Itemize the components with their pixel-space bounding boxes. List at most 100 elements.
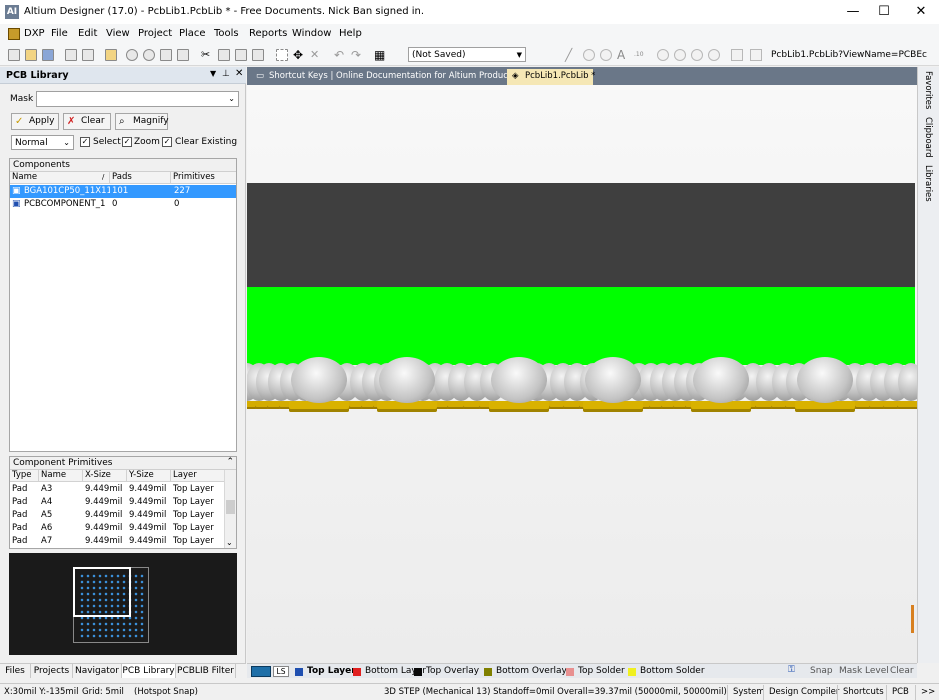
place-string-icon[interactable]: A xyxy=(617,49,629,61)
open-project-icon[interactable] xyxy=(105,49,117,61)
apply-button[interactable]: ✓ Apply xyxy=(11,113,59,130)
menu-project[interactable]: Project xyxy=(138,27,172,41)
primitive-row[interactable]: Pad A4 9.449mil 9.449mil Top Layer xyxy=(10,496,224,509)
maximize-button[interactable]: ☐ xyxy=(867,0,901,24)
tab-navigator[interactable]: Navigator xyxy=(73,664,122,678)
design-compiler-button[interactable]: Design Compiler xyxy=(763,685,844,700)
place-fill-icon[interactable] xyxy=(731,49,743,61)
menu-reports[interactable]: Reports xyxy=(249,27,287,41)
undo-icon[interactable]: ↶ xyxy=(334,49,346,61)
primitive-row[interactable]: Pad A6 9.449mil 9.449mil Top Layer xyxy=(10,522,224,535)
primitive-row[interactable]: Pad A3 9.449mil 9.449mil Top Layer xyxy=(10,483,224,496)
zoom-checkbox[interactable]: ✓ xyxy=(122,137,132,147)
scrollbar-thumb[interactable] xyxy=(226,500,235,514)
move-icon[interactable]: ✥ xyxy=(293,49,305,61)
layer-tab[interactable]: Bottom Overlay xyxy=(484,665,567,678)
col-pads[interactable]: Pads xyxy=(110,172,171,184)
arc-any-icon[interactable] xyxy=(691,49,703,61)
mode-select[interactable]: Normal ⌄ xyxy=(11,135,74,150)
select-checkbox[interactable]: ✓ xyxy=(80,137,90,147)
grid-icon[interactable]: ▦ xyxy=(374,49,386,61)
component-row[interactable]: ▣ PCBCOMPONENT_1 0 0 xyxy=(10,198,236,211)
tab-libraries[interactable]: Libraries xyxy=(923,165,933,202)
col-y-size[interactable]: Y-Size xyxy=(127,470,171,482)
menu-file[interactable]: File xyxy=(51,27,68,41)
open-folder-icon[interactable] xyxy=(25,49,37,61)
menu-dxp[interactable]: DXP xyxy=(24,27,45,41)
clear-mask-button[interactable]: Clear xyxy=(890,665,914,678)
place-coordinate-icon[interactable]: .10 xyxy=(634,49,646,61)
cut-icon[interactable]: ✂ xyxy=(201,49,213,61)
array-paste-icon[interactable] xyxy=(750,49,762,61)
mini-view-rect[interactable] xyxy=(73,567,131,617)
mask-input[interactable]: ⌄ xyxy=(36,91,239,107)
collapse-icon[interactable]: ⌃ xyxy=(226,457,234,467)
component-row[interactable]: ▣ BGA101CP50_11X11_6 101 227 xyxy=(10,185,236,198)
menu-help[interactable]: Help xyxy=(339,27,362,41)
rubber-stamp-icon[interactable] xyxy=(252,49,264,61)
col-name[interactable]: Name xyxy=(39,470,83,482)
layer-tab[interactable]: Bottom Solder xyxy=(628,665,705,678)
place-via-icon[interactable] xyxy=(600,49,612,61)
col-primitives[interactable]: Primitives xyxy=(171,172,236,184)
mini-viewer[interactable] xyxy=(9,553,237,655)
ls-button[interactable]: LS xyxy=(273,666,289,677)
zoom-area-icon[interactable] xyxy=(143,49,155,61)
menu-edit[interactable]: Edit xyxy=(78,27,97,41)
place-line-icon[interactable]: ╱ xyxy=(565,49,577,61)
place-pad-icon[interactable] xyxy=(583,49,595,61)
print-icon[interactable] xyxy=(65,49,77,61)
navigation-address[interactable]: PcbLib1.PcbLib?ViewName=PCBEc xyxy=(771,48,937,62)
layer-tab[interactable]: Top Solder xyxy=(566,665,625,678)
pin-icon[interactable]: ⊥ xyxy=(222,69,230,79)
scroll-down-icon[interactable]: ⌄ xyxy=(226,538,233,547)
copy-icon[interactable] xyxy=(218,49,230,61)
minimize-button[interactable]: — xyxy=(836,0,870,24)
tab-pcb-library[interactable]: PCB Library xyxy=(122,664,176,678)
panel-close-icon[interactable]: ✕ xyxy=(235,68,243,79)
menu-tools[interactable]: Tools xyxy=(214,27,239,41)
pcb-button[interactable]: PCB xyxy=(886,685,914,700)
tab-projects[interactable]: Projects xyxy=(31,664,73,678)
layer-settings-icon[interactable]: ⚿ xyxy=(788,665,795,675)
tab-files[interactable]: Files xyxy=(0,664,31,678)
menu-window[interactable]: Window xyxy=(292,27,331,41)
save-icon[interactable] xyxy=(42,49,54,61)
col-x-size[interactable]: X-Size xyxy=(83,470,127,482)
primitives-scrollbar[interactable]: ⌄ xyxy=(224,470,236,548)
new-file-icon[interactable] xyxy=(8,49,20,61)
clear-button[interactable]: ✗ Clear xyxy=(63,113,111,130)
panel-menu-icon[interactable]: ▼ xyxy=(210,69,216,78)
primitive-row[interactable]: Pad A7 9.449mil 9.449mil Top Layer xyxy=(10,535,224,548)
layer-tab[interactable]: Top Layer xyxy=(295,665,356,678)
snap-button[interactable]: Snap xyxy=(810,665,833,678)
redo-icon[interactable]: ↷ xyxy=(351,49,363,61)
col-name[interactable]: Name xyxy=(10,172,110,184)
paste-icon[interactable] xyxy=(235,49,247,61)
clear-existing-checkbox[interactable]: ✓ xyxy=(162,137,172,147)
col-type[interactable]: Type xyxy=(10,470,39,482)
more-button[interactable]: >> xyxy=(915,685,939,700)
tab-shortcut-keys[interactable]: ▭ Shortcut Keys | Online Documentation fo… xyxy=(251,69,516,85)
3d-viewport[interactable] xyxy=(247,85,917,663)
tab-clipboard[interactable]: Clipboard xyxy=(923,117,933,158)
deselect-icon[interactable]: ✕ xyxy=(310,49,322,61)
primitive-row[interactable]: Pad A5 9.449mil 9.449mil Top Layer xyxy=(10,509,224,522)
tab-pcblib-filter[interactable]: PCBLIB Filter xyxy=(176,664,236,678)
close-button[interactable]: ✕ xyxy=(904,0,938,24)
zoom-filtered-icon[interactable] xyxy=(177,49,189,61)
print-preview-icon[interactable] xyxy=(82,49,94,61)
magnify-button[interactable]: ⌕ Magnify xyxy=(115,113,169,130)
layer-set-icon[interactable] xyxy=(251,666,271,677)
tab-favorites[interactable]: Favorites xyxy=(923,71,933,109)
col-layer[interactable]: Layer xyxy=(171,470,224,482)
select-area-icon[interactable] xyxy=(276,49,288,61)
mask-level-button[interactable]: Mask Level xyxy=(839,665,889,678)
layer-tab[interactable]: Top Overlay xyxy=(414,665,479,678)
zoom-fit-icon[interactable] xyxy=(126,49,138,61)
tab-pcblib1[interactable]: ◈ PcbLib1.PcbLib * xyxy=(507,69,595,85)
arc-edge-icon[interactable] xyxy=(674,49,686,61)
zoom-selected-icon[interactable] xyxy=(160,49,172,61)
shortcuts-button[interactable]: Shortcuts xyxy=(837,685,889,700)
full-circle-icon[interactable] xyxy=(708,49,720,61)
